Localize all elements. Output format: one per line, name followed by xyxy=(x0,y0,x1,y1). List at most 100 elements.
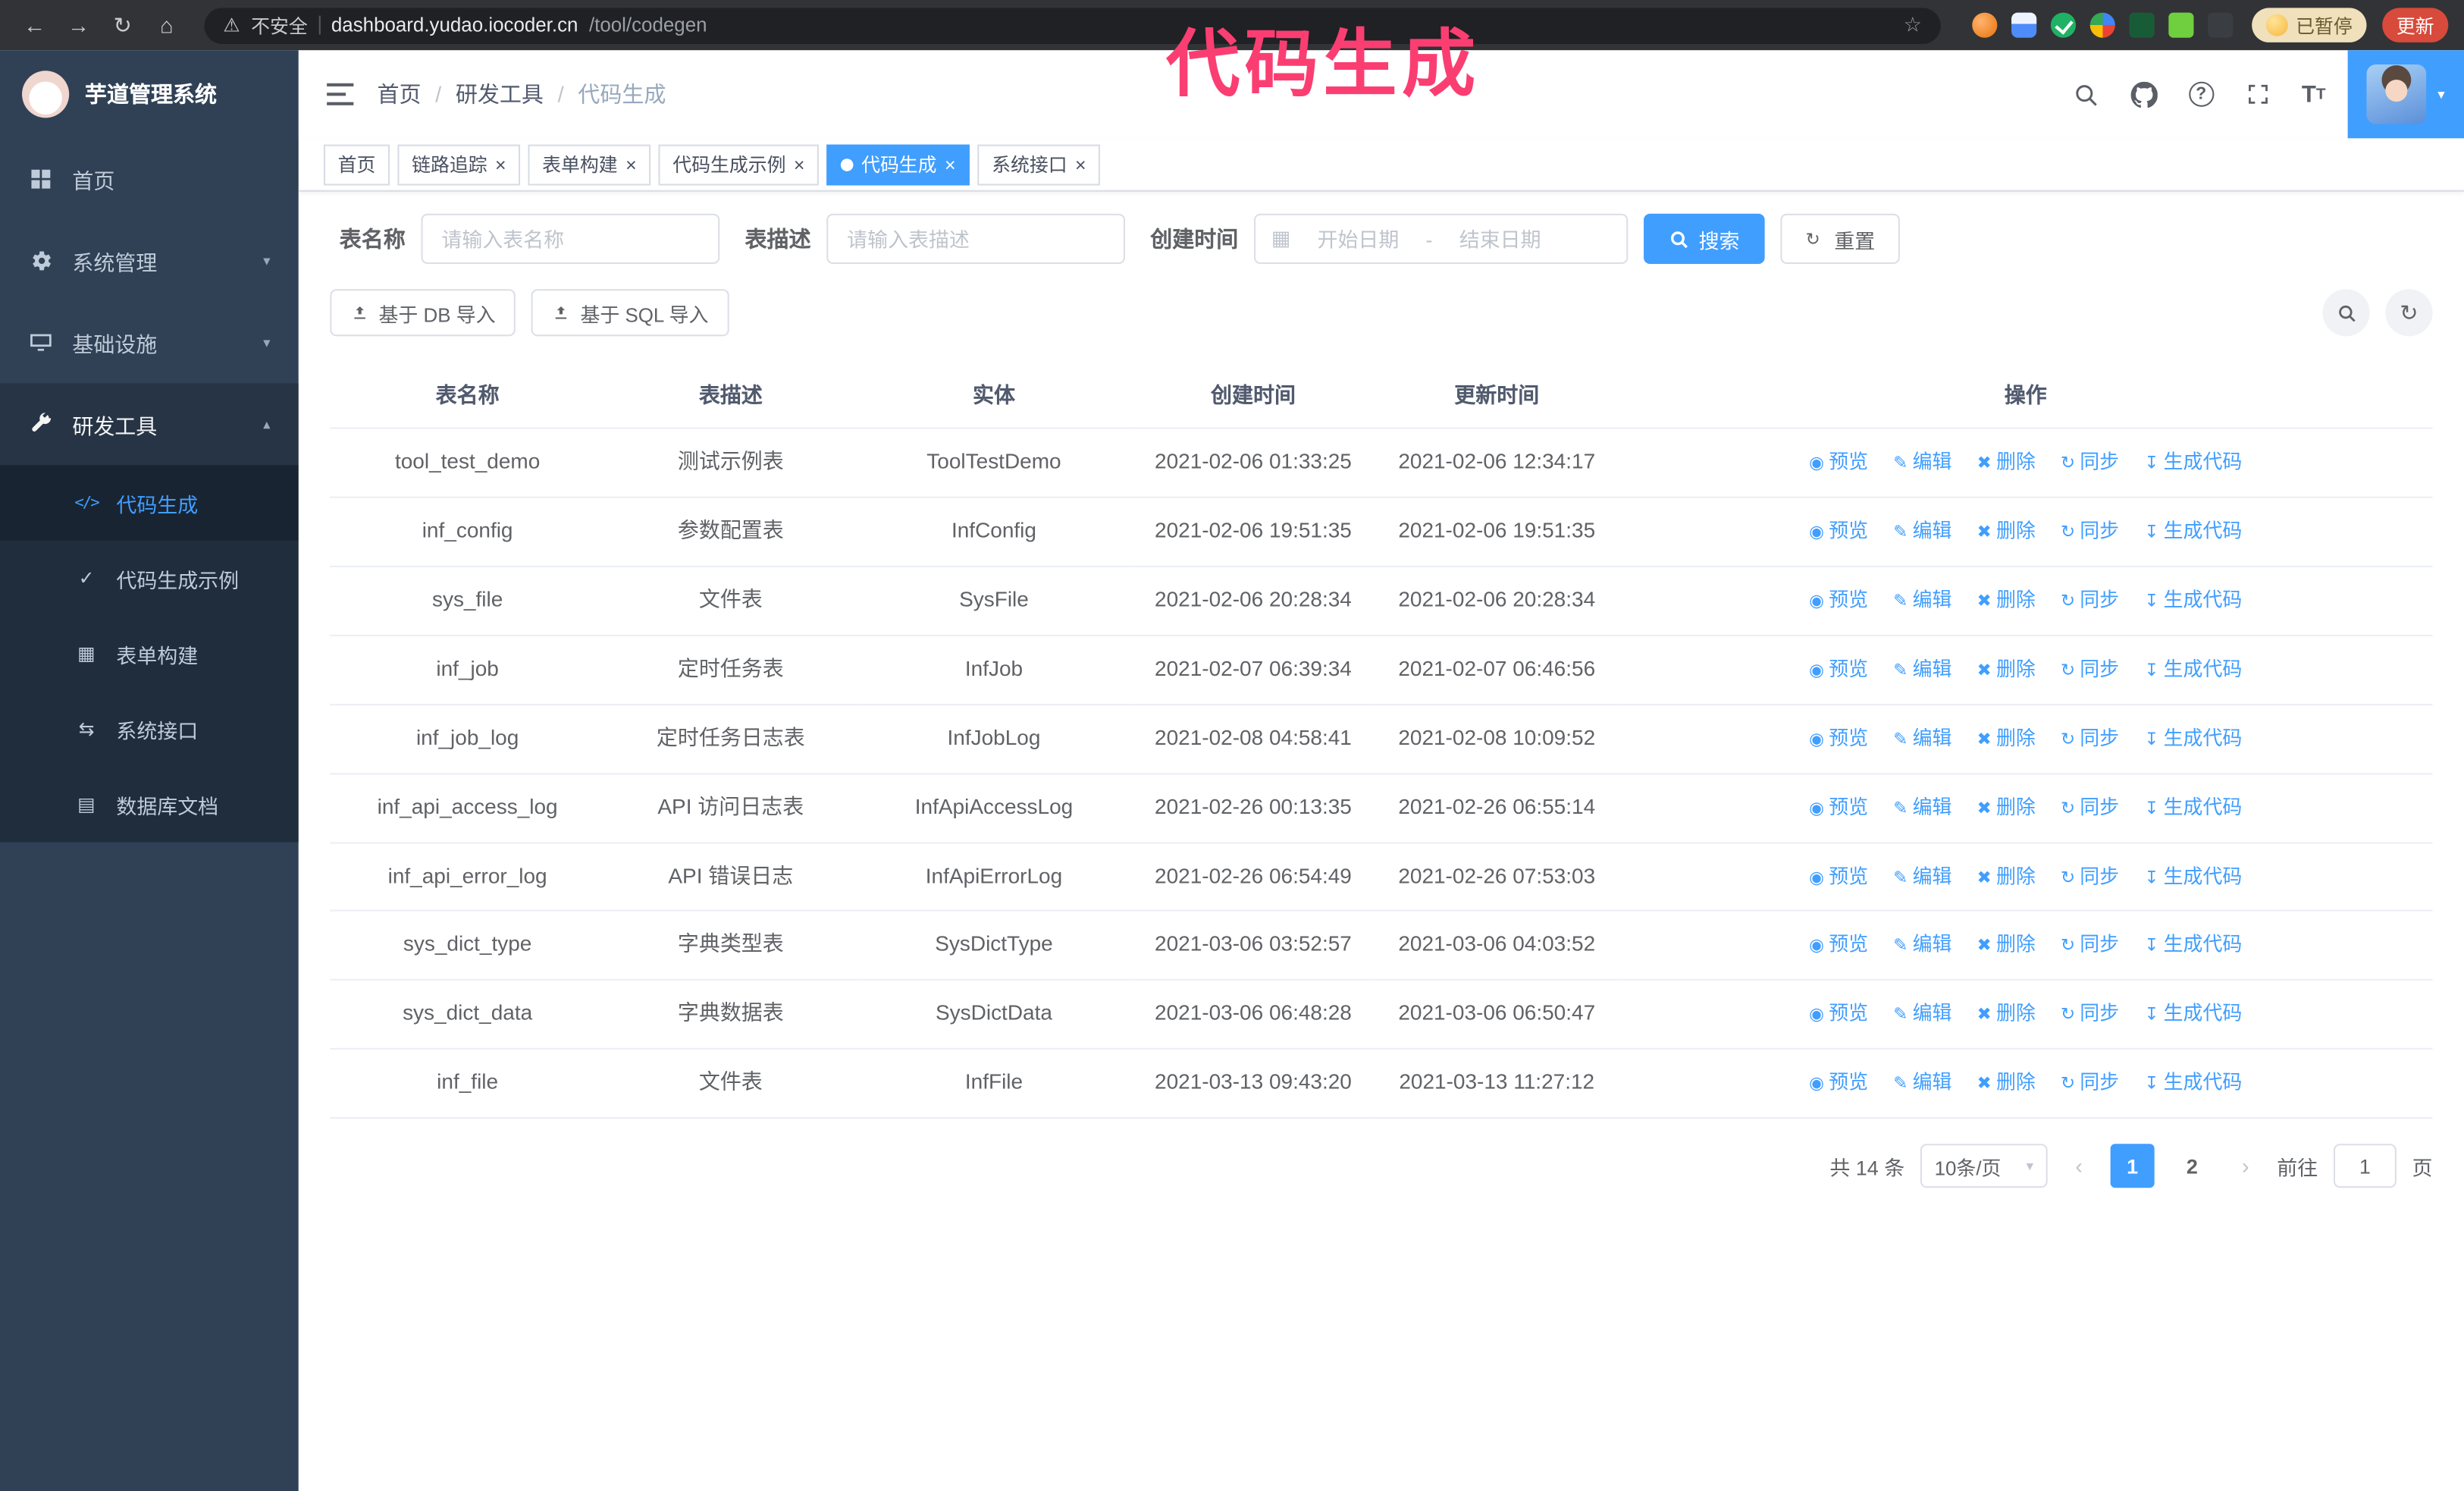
generate-code-link[interactable]: ↧ 生成代码 xyxy=(2144,1072,2242,1094)
sidebar-subitem-form-builder[interactable]: ▦ 表单构建 xyxy=(0,616,299,691)
sync-link[interactable]: ↻ 同步 xyxy=(2061,727,2119,749)
delete-link[interactable]: ✖ 删除 xyxy=(1977,727,2036,749)
sync-link[interactable]: ↻ 同步 xyxy=(2061,658,2119,680)
sidebar-item-system[interactable]: 系统管理 ▾ xyxy=(0,220,299,302)
extension-icon[interactable] xyxy=(2129,12,2155,38)
preview-link[interactable]: ◉ 预览 xyxy=(1809,727,1868,749)
sidebar-subitem-codegen-example[interactable]: ✓ 代码生成示例 xyxy=(0,541,299,616)
fullscreen-icon[interactable] xyxy=(2245,82,2270,107)
generate-code-link[interactable]: ↧ 生成代码 xyxy=(2144,589,2242,611)
sync-link[interactable]: ↻ 同步 xyxy=(2061,451,2119,473)
search-toggle-button[interactable] xyxy=(2322,289,2370,337)
reset-button[interactable]: ↻ 重置 xyxy=(1780,213,1901,265)
tab-codegen-example[interactable]: 代码生成示例 × xyxy=(658,143,820,185)
edit-link[interactable]: ✎ 编辑 xyxy=(1893,658,1951,680)
sync-link[interactable]: ↻ 同步 xyxy=(2061,1072,2119,1094)
import-sql-button[interactable]: 基于 SQL 导入 xyxy=(531,289,729,337)
next-page-button[interactable]: › xyxy=(2230,1154,2261,1179)
hamburger-icon[interactable] xyxy=(299,50,378,138)
help-icon[interactable]: ? xyxy=(2188,81,2214,107)
sidebar-item-devtools[interactable]: 研发工具 ▴ xyxy=(0,383,299,466)
generate-code-link[interactable]: ↧ 生成代码 xyxy=(2144,796,2242,818)
extension-icon[interactable] xyxy=(2089,12,2115,38)
edit-link[interactable]: ✎ 编辑 xyxy=(1893,796,1951,818)
preview-link[interactable]: ◉ 预览 xyxy=(1809,589,1868,611)
page-size-select[interactable]: 10条/页 ▾ xyxy=(1920,1144,2048,1188)
extension-icon[interactable] xyxy=(2168,12,2194,38)
delete-link[interactable]: ✖ 删除 xyxy=(1977,451,2036,473)
preview-link[interactable]: ◉ 预览 xyxy=(1809,658,1868,680)
edit-link[interactable]: ✎ 编辑 xyxy=(1893,934,1951,956)
search-icon[interactable] xyxy=(2072,81,2099,108)
forward-icon[interactable]: → xyxy=(60,13,98,38)
tab-form-builder[interactable]: 表单构建 × xyxy=(528,143,651,185)
delete-link[interactable]: ✖ 删除 xyxy=(1977,1003,2036,1025)
edit-link[interactable]: ✎ 编辑 xyxy=(1893,1072,1951,1094)
close-icon[interactable]: × xyxy=(495,153,506,175)
page-button-1[interactable]: 1 xyxy=(2110,1144,2155,1188)
sync-link[interactable]: ↻ 同步 xyxy=(2061,589,2119,611)
sync-link[interactable]: ↻ 同步 xyxy=(2061,1003,2119,1025)
generate-code-link[interactable]: ↧ 生成代码 xyxy=(2144,727,2242,749)
close-icon[interactable]: × xyxy=(1075,153,1086,175)
goto-page-input[interactable] xyxy=(2333,1144,2397,1188)
delete-link[interactable]: ✖ 删除 xyxy=(1977,589,2036,611)
sync-link[interactable]: ↻ 同步 xyxy=(2061,865,2119,887)
end-date-input[interactable] xyxy=(1441,227,1559,251)
start-date-input[interactable] xyxy=(1299,227,1417,251)
sync-link[interactable]: ↻ 同步 xyxy=(2061,796,2119,818)
back-icon[interactable]: ← xyxy=(16,13,54,38)
bookmark-star-icon[interactable]: ☆ xyxy=(1904,13,1922,38)
sidebar-subitem-system-api[interactable]: ⇆ 系统接口 xyxy=(0,692,299,767)
delete-link[interactable]: ✖ 删除 xyxy=(1977,520,2036,542)
edit-link[interactable]: ✎ 编辑 xyxy=(1893,865,1951,887)
extension-icon[interactable] xyxy=(2011,12,2037,38)
sync-link[interactable]: ↻ 同步 xyxy=(2061,520,2119,542)
reload-icon[interactable]: ↻ xyxy=(104,12,142,39)
edit-link[interactable]: ✎ 编辑 xyxy=(1893,451,1951,473)
browser-update-button[interactable]: 更新 xyxy=(2382,8,2449,42)
extension-icon[interactable] xyxy=(2208,12,2234,38)
close-icon[interactable]: × xyxy=(794,153,805,175)
table-desc-input[interactable] xyxy=(826,213,1126,265)
tab-system-api[interactable]: 系统接口 × xyxy=(977,143,1101,185)
font-size-icon[interactable]: TT xyxy=(2302,81,2326,108)
edit-link[interactable]: ✎ 编辑 xyxy=(1893,727,1951,749)
edit-link[interactable]: ✎ 编辑 xyxy=(1893,520,1951,542)
delete-link[interactable]: ✖ 删除 xyxy=(1977,934,2036,956)
refresh-button[interactable]: ↻ xyxy=(2385,289,2433,337)
import-db-button[interactable]: 基于 DB 导入 xyxy=(330,289,516,337)
preview-link[interactable]: ◉ 预览 xyxy=(1809,451,1868,473)
generate-code-link[interactable]: ↧ 生成代码 xyxy=(2144,451,2242,473)
generate-code-link[interactable]: ↧ 生成代码 xyxy=(2144,865,2242,887)
generate-code-link[interactable]: ↧ 生成代码 xyxy=(2144,658,2242,680)
generate-code-link[interactable]: ↧ 生成代码 xyxy=(2144,1003,2242,1025)
preview-link[interactable]: ◉ 预览 xyxy=(1809,796,1868,818)
edit-link[interactable]: ✎ 编辑 xyxy=(1893,1003,1951,1025)
prev-page-button[interactable]: ‹ xyxy=(2063,1154,2094,1179)
preview-link[interactable]: ◉ 预览 xyxy=(1809,1072,1868,1094)
preview-link[interactable]: ◉ 预览 xyxy=(1809,1003,1868,1025)
sidebar-subitem-codegen[interactable]: </> 代码生成 xyxy=(0,465,299,541)
page-button-2[interactable]: 2 xyxy=(2170,1144,2214,1188)
address-bar[interactable]: ⚠ 不安全 dashboard.yudao.iocoder.cn/tool/co… xyxy=(204,7,1941,43)
breadcrumb-item[interactable]: 研发工具 xyxy=(456,79,544,110)
extension-icon[interactable] xyxy=(1972,12,1998,38)
breadcrumb-item[interactable]: 首页 xyxy=(377,79,421,110)
search-button[interactable]: 搜索 xyxy=(1644,213,1765,265)
preview-link[interactable]: ◉ 预览 xyxy=(1809,934,1868,956)
tab-codegen[interactable]: 代码生成 × xyxy=(826,143,970,185)
delete-link[interactable]: ✖ 删除 xyxy=(1977,865,2036,887)
profile-paused-badge[interactable]: 已暂停 xyxy=(2252,8,2367,42)
security-label[interactable]: 不安全 xyxy=(251,12,308,39)
preview-link[interactable]: ◉ 预览 xyxy=(1809,520,1868,542)
github-icon[interactable] xyxy=(2130,80,2158,108)
sidebar-subitem-db-doc[interactable]: ▤ 数据库文档 xyxy=(0,767,299,842)
close-icon[interactable]: × xyxy=(945,153,956,175)
sidebar-item-home[interactable]: 首页 xyxy=(0,138,299,220)
edit-link[interactable]: ✎ 编辑 xyxy=(1893,589,1951,611)
delete-link[interactable]: ✖ 删除 xyxy=(1977,796,2036,818)
generate-code-link[interactable]: ↧ 生成代码 xyxy=(2144,520,2242,542)
close-icon[interactable]: × xyxy=(625,153,637,175)
sync-link[interactable]: ↻ 同步 xyxy=(2061,934,2119,956)
